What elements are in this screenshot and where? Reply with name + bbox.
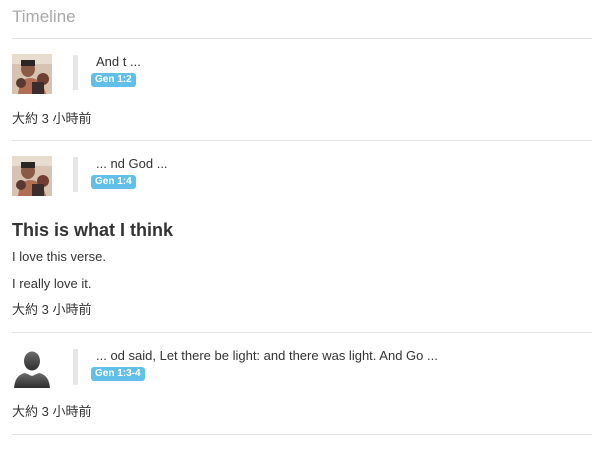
verse-reference-badge[interactable]: Gen 1:3-4 (91, 367, 145, 381)
note-text-line: I love this verse. (12, 249, 106, 264)
timeline-title: Timeline (12, 7, 76, 26)
timeline-entry: ... od said, Let there be light: and the… (12, 333, 592, 434)
verse-text[interactable]: ... od said, Let there be light: and the… (96, 348, 438, 364)
user-photo-avatar[interactable] (12, 156, 52, 196)
user-photo-avatar[interactable] (12, 54, 52, 94)
note-text-line: I really love it. (12, 276, 92, 291)
user-photo-avatar-image (12, 54, 52, 94)
timeline-divider (12, 434, 592, 435)
verse-quote-bar (73, 349, 78, 385)
verse-reference-badge[interactable]: Gen 1:2 (91, 73, 136, 87)
timeline-entry: And t ... Gen 1:2 大約 3 小時前 (12, 39, 592, 140)
entry-timestamp: 大約 3 小時前 (12, 302, 92, 317)
verse-quote-bar (73, 55, 78, 90)
entry-timestamp: 大約 3 小時前 (12, 111, 92, 126)
verse-reference-badge[interactable]: Gen 1:4 (91, 175, 136, 189)
user-photo-avatar-image (12, 156, 52, 196)
verse-quote-bar (73, 157, 78, 192)
verse-text[interactable]: ... nd God ... (96, 156, 168, 172)
verse-text[interactable]: And t ... (96, 54, 141, 70)
note-title: This is what I think (12, 220, 174, 240)
default-user-silhouette-icon[interactable] (12, 348, 52, 388)
timeline-entry: ... nd God ... Gen 1:4 This is what I th… (12, 141, 592, 332)
entry-timestamp: 大約 3 小時前 (12, 404, 92, 419)
silhouette-icon (14, 351, 50, 388)
